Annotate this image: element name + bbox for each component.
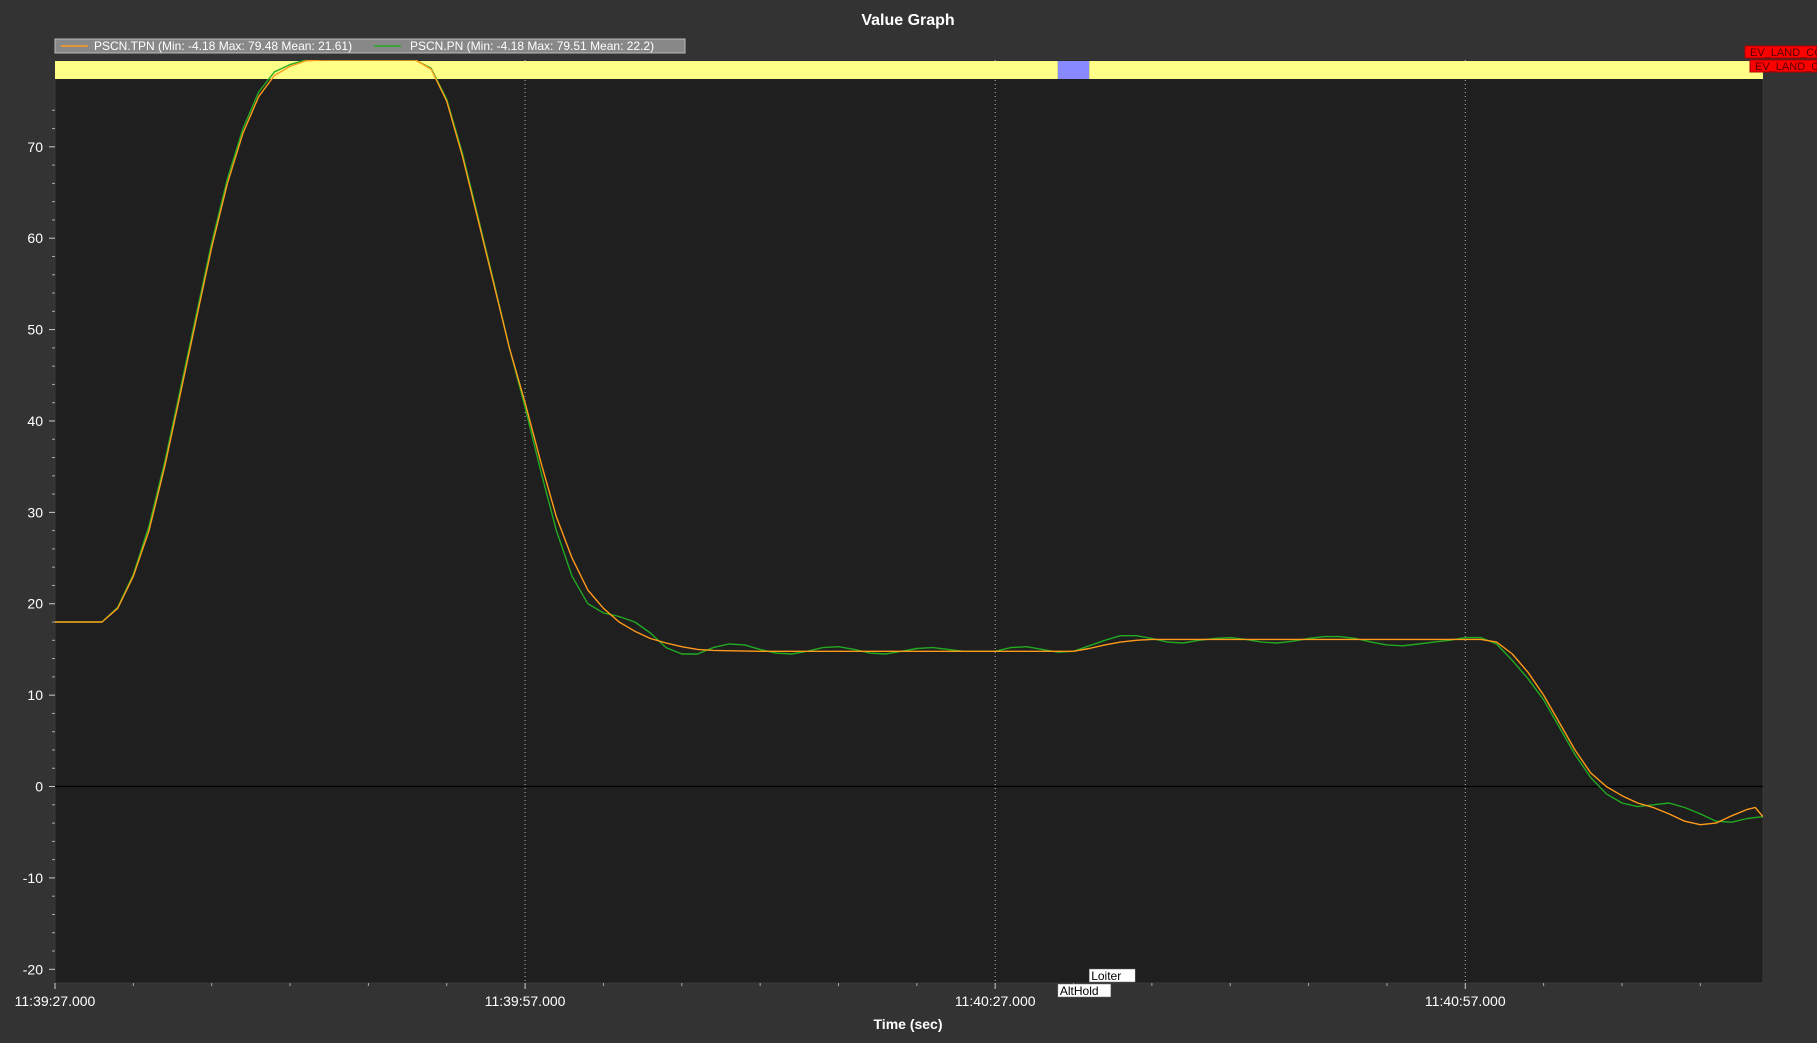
mode-bar-segment[interactable] [1089, 61, 1763, 79]
y-tick-label: 30 [27, 504, 43, 520]
y-tick-label: -10 [23, 870, 43, 886]
flight-mode-bar[interactable] [55, 61, 1763, 79]
legend[interactable]: PSCN.TPN (Min: -4.18 Max: 79.48 Mean: 21… [54, 38, 686, 54]
x-tick-label: 11:40:57.000 [1425, 993, 1506, 1009]
mode-label-text: AltHold [1060, 984, 1099, 998]
x-axis-title: Time (sec) [874, 1016, 943, 1032]
y-tick-label: 40 [27, 413, 43, 429]
value-graph-chart[interactable]: Value Graph -20 -10 0 10 20 30 40 50 60 70 11:39:… [0, 0, 1817, 1043]
event-marker-label: EV_LAND_COMPLETE [1755, 61, 1817, 73]
plot-area[interactable] [54, 59, 1764, 984]
y-tick-label: 50 [27, 322, 43, 338]
x-tick-label: 11:39:27.000 [15, 993, 96, 1009]
event-markers[interactable]: EV_LAND_COMPLETE_MAYBE EV_LAND_COMPLETE [1744, 45, 1817, 73]
y-tick-label: 60 [27, 230, 43, 246]
y-tick-label: 10 [27, 687, 43, 703]
y-tick-label: 0 [35, 779, 43, 795]
event-marker-label: EV_LAND_COMPLETE_MAYBE [1750, 47, 1817, 59]
chart-title: Value Graph [861, 12, 954, 29]
legend-entry-pn[interactable]: PSCN.PN (Min: -4.18 Max: 79.51 Mean: 22.… [410, 39, 654, 53]
legend-entry-tpn[interactable]: PSCN.TPN (Min: -4.18 Max: 79.48 Mean: 21… [94, 39, 352, 53]
mode-label-text: Loiter [1091, 969, 1121, 983]
x-tick-label: 11:39:57.000 [485, 993, 566, 1009]
mode-bar-segment[interactable] [1057, 61, 1090, 79]
y-tick-label: 20 [27, 596, 43, 612]
x-tick-label: 11:40:27.000 [955, 993, 1036, 1009]
y-tick-label: 70 [27, 139, 43, 155]
y-tick-label: -20 [23, 961, 43, 977]
mode-bar-segment[interactable] [55, 61, 1058, 79]
